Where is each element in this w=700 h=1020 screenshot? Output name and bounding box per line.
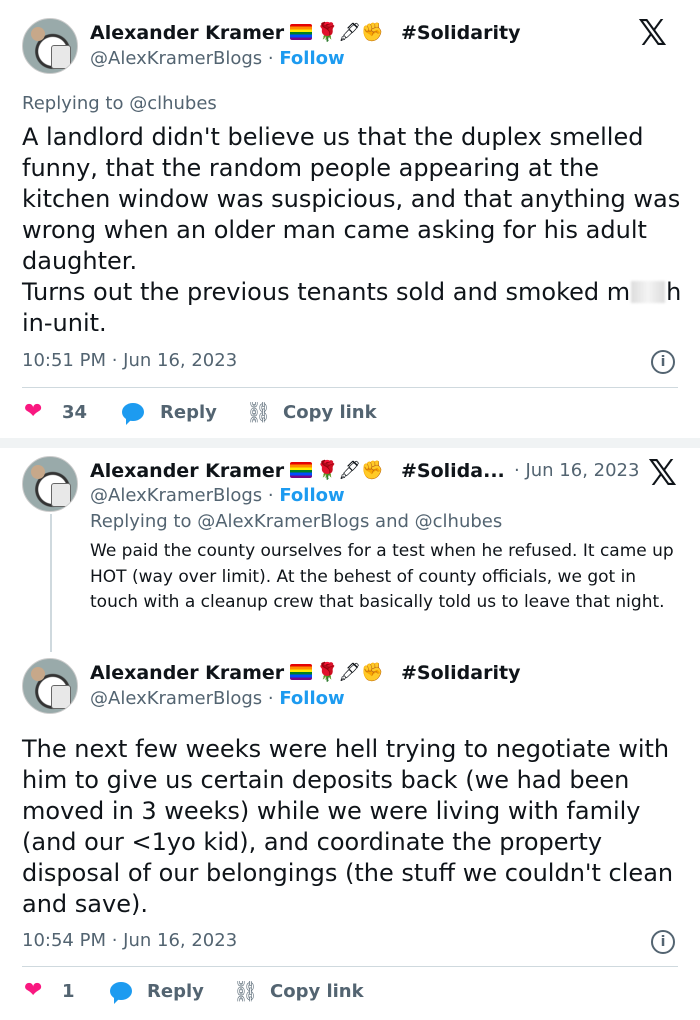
hashtag-solidarity[interactable]: #Solida...	[401, 460, 505, 482]
author-handle-line: @AlexKramerBlogs · Follow	[90, 688, 345, 709]
follow-button[interactable]: Follow	[279, 48, 344, 69]
tweet-text: The next few weeks were hell trying to n…	[22, 735, 674, 918]
tweet-text: We paid the county ourselves for a test …	[90, 541, 674, 612]
divider-line	[22, 966, 678, 967]
emoji-icons: 🌹🖋✊	[316, 22, 384, 43]
author-handle-line: @AlexKramerBlogs · Follow	[90, 485, 345, 506]
emoji-icons: 🌹🖋✊	[316, 460, 384, 481]
separator: ·	[267, 688, 274, 709]
name-emojis: 🌹🖋✊	[290, 460, 384, 481]
like-count: 34	[62, 402, 88, 423]
tweet-text: A landlord didn't believe us that the du…	[22, 122, 682, 339]
tweet-text-main: A landlord didn't believe us that the du…	[22, 123, 681, 306]
hashtag-solidarity[interactable]: #Solidarity	[401, 22, 520, 44]
timestamp[interactable]: 10:54 PM · Jun 16, 2023	[22, 930, 237, 951]
tweet-card-2: Alexander Kramer 🌹🖋✊ #Solida... · Jun 16…	[0, 448, 700, 1020]
author-handle[interactable]: @AlexKramerBlogs	[90, 688, 262, 709]
author-name[interactable]: Alexander Kramer	[90, 22, 284, 44]
reply-button[interactable]: Reply	[160, 402, 217, 423]
like-count: 1	[62, 981, 75, 1002]
name-emojis: 🌹🖋✊	[290, 662, 384, 683]
avatar[interactable]	[22, 456, 78, 512]
like-icon[interactable]: ❤	[24, 401, 42, 423]
name-emojis: 🌹🖋✊	[290, 22, 384, 43]
copy-link-button[interactable]: Copy link	[270, 981, 364, 1002]
replying-to[interactable]: Replying to @AlexKramerBlogs and @clhube…	[90, 511, 502, 532]
like-icon[interactable]: ❤	[24, 980, 42, 1002]
follow-button[interactable]: Follow	[279, 688, 344, 709]
rainbow-flag-icon	[290, 664, 312, 680]
x-logo-icon[interactable]: 𝕏	[638, 16, 667, 52]
rainbow-flag-icon	[290, 462, 312, 478]
author-handle-line: @AlexKramerBlogs · Follow	[90, 48, 345, 69]
emoji-icons: 🌹🖋✊	[316, 662, 384, 683]
link-icon[interactable]: ⛓	[246, 400, 271, 424]
divider-line	[22, 387, 678, 388]
reply-icon[interactable]	[110, 982, 132, 1004]
card-separator	[0, 438, 700, 448]
tweet-date[interactable]: · Jun 16, 2023	[514, 460, 639, 481]
separator: ·	[267, 485, 274, 506]
rainbow-flag-icon	[290, 24, 312, 40]
info-icon[interactable]: i	[651, 930, 675, 954]
hashtag-solidarity[interactable]: #Solidarity	[401, 662, 520, 684]
link-icon[interactable]: ⛓	[233, 979, 258, 1003]
x-logo-icon[interactable]: 𝕏	[648, 456, 677, 492]
timestamp[interactable]: 10:51 PM · Jun 16, 2023	[22, 350, 237, 371]
reply-button[interactable]: Reply	[147, 981, 204, 1002]
author-handle[interactable]: @AlexKramerBlogs	[90, 48, 262, 69]
author-name[interactable]: Alexander Kramer	[90, 662, 284, 684]
author-handle[interactable]: @AlexKramerBlogs	[90, 485, 262, 506]
separator: ·	[267, 48, 274, 69]
censored-blur	[631, 281, 666, 303]
follow-button[interactable]: Follow	[279, 485, 344, 506]
reply-icon[interactable]	[122, 403, 144, 425]
copy-link-button[interactable]: Copy link	[283, 402, 377, 423]
info-icon[interactable]: i	[651, 350, 675, 374]
author-name[interactable]: Alexander Kramer	[90, 460, 284, 482]
avatar[interactable]	[22, 18, 78, 74]
tweet-card-1: Alexander Kramer 🌹🖋✊ #Solidarity 𝕏 @Alex…	[0, 0, 700, 438]
replying-to[interactable]: Replying to @clhubes	[22, 93, 217, 114]
avatar[interactable]	[22, 658, 78, 714]
thread-connector	[50, 514, 52, 652]
